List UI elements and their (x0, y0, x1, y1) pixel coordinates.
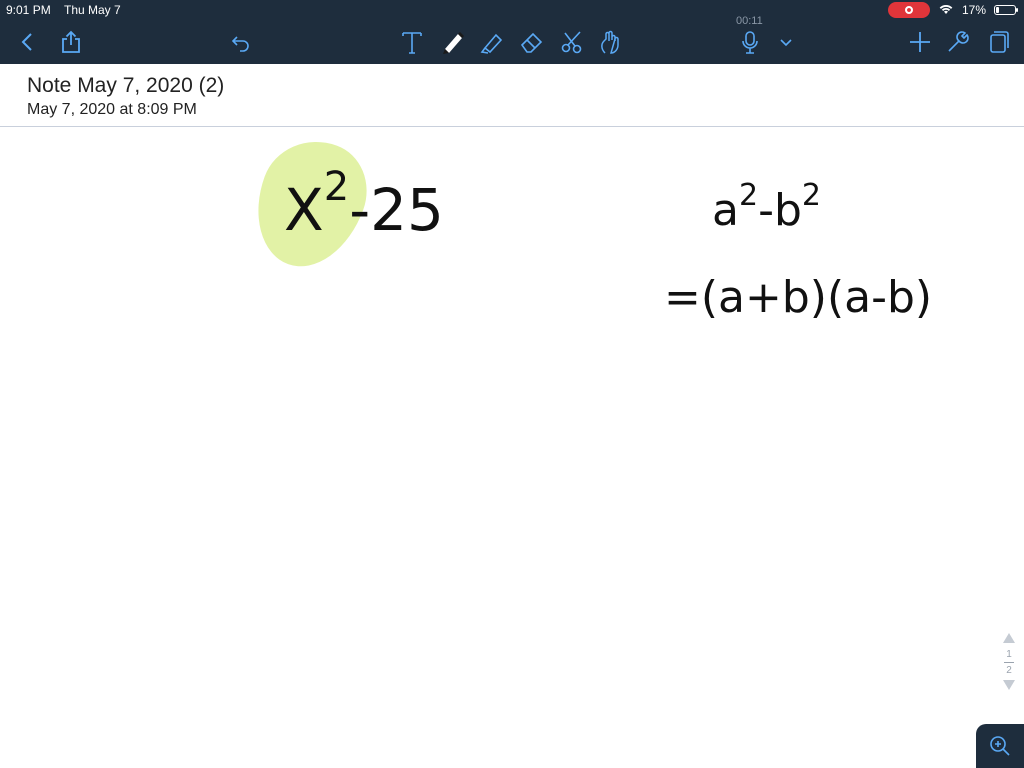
writing-canvas[interactable] (0, 127, 1024, 768)
add-icon[interactable] (906, 28, 934, 56)
ink-x: X (284, 176, 324, 244)
highlighter-tool-icon[interactable] (478, 28, 506, 56)
ink-minus-25: -25 (349, 176, 444, 244)
wrench-icon[interactable] (944, 28, 972, 56)
page-up-icon[interactable] (1003, 633, 1015, 643)
status-right: 17% (887, 2, 1018, 18)
pen-tool-icon[interactable] (438, 28, 466, 56)
zoom-in-icon (990, 736, 1010, 756)
back-chevron-icon[interactable] (14, 28, 42, 56)
wifi-icon (938, 3, 954, 18)
handwritten-expression-1: X2-25 (284, 164, 444, 244)
status-date: Thu May 7 (64, 3, 121, 17)
ink-exponent: 2 (323, 164, 350, 210)
handwritten-expression-2: a2-b2 (712, 178, 821, 236)
battery-percent: 17% (961, 3, 986, 17)
text-tool-icon[interactable] (398, 28, 426, 56)
zoom-button[interactable] (976, 724, 1024, 768)
pages-icon[interactable] (984, 28, 1012, 56)
page-separator (1004, 662, 1014, 663)
note-header: Note May 7, 2020 (2) May 7, 2020 at 8:09… (0, 64, 1024, 127)
microphone-icon[interactable] (736, 28, 764, 56)
status-time: 9:01 PM (6, 3, 51, 17)
record-icon (904, 6, 913, 14)
screen-recording-indicator[interactable] (887, 2, 930, 18)
note-title[interactable]: Note May 7, 2020 (2) (27, 74, 224, 98)
hand-tool-icon[interactable] (596, 28, 624, 56)
note-date: May 7, 2020 at 8:09 PM (27, 101, 197, 118)
ink-a: a (712, 185, 739, 236)
scissors-tool-icon[interactable] (558, 28, 586, 56)
battery-icon (994, 5, 1018, 15)
chevron-down-icon[interactable] (772, 28, 800, 56)
ink-exponent-b: 2 (801, 178, 821, 213)
top-toolbar: 9:01 PM Thu May 7 17% 00:11 (0, 0, 1024, 64)
ink-minus-b: -b (758, 185, 802, 236)
eraser-tool-icon[interactable] (518, 28, 546, 56)
handwritten-expression-3: =(a+b)(a-b) (664, 272, 933, 323)
page-current: 1 (1006, 649, 1012, 660)
page-indicator[interactable]: 1 2 (1000, 633, 1018, 703)
undo-icon[interactable] (227, 28, 255, 56)
share-icon[interactable] (57, 28, 85, 56)
battery-level (996, 7, 999, 13)
ink-exponent-a: 2 (738, 178, 759, 213)
status-bar: 9:01 PM Thu May 7 17% (0, 0, 1024, 20)
page-down-icon[interactable] (1003, 680, 1015, 690)
recording-timer: 00:11 (736, 15, 763, 27)
page-total: 2 (1006, 665, 1012, 676)
